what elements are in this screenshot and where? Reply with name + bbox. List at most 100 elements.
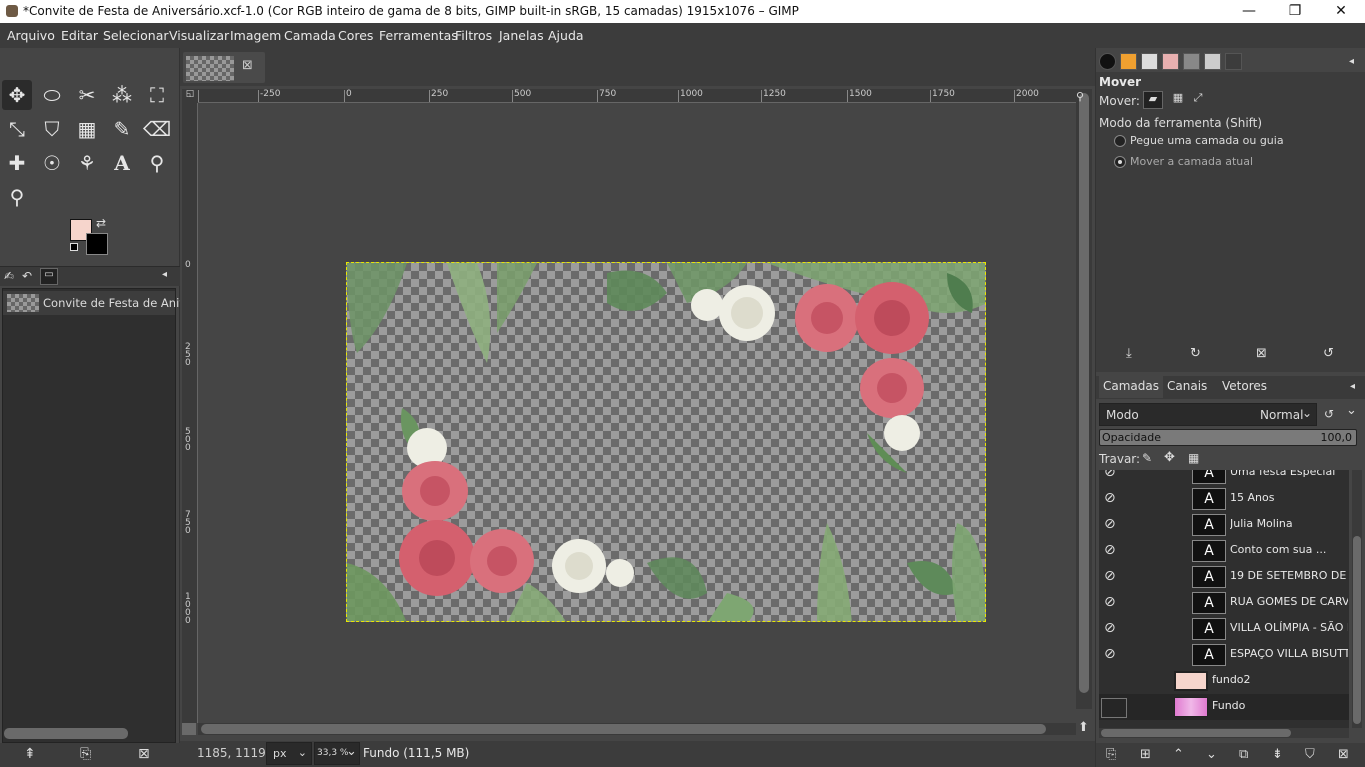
reset-colors-icon[interactable] (70, 243, 78, 251)
lock-position-icon[interactable]: ✥ (1164, 450, 1175, 465)
layers-hscrollbar[interactable] (1099, 728, 1349, 738)
delete-layer-icon[interactable]: ⊠ (1338, 747, 1349, 762)
layer-row[interactable]: ⊘ A Julia Molina (1099, 512, 1349, 538)
ellipse-select-tool-icon[interactable]: ⬭ (37, 80, 67, 110)
scissors-select-tool-icon[interactable]: ✂ (72, 80, 102, 110)
image-tab[interactable]: ⊠ (183, 52, 265, 83)
navigate-icon[interactable]: ⬆ (1078, 720, 1089, 735)
new-layer-icon[interactable]: ⎘ (1106, 747, 1116, 762)
move-layer-icon[interactable]: ▰ (1143, 91, 1163, 109)
menu-camada[interactable]: Camada (284, 28, 336, 43)
horizontal-ruler[interactable]: -250 0 250 500 750 1000 1250 1500 1750 2… (198, 89, 1076, 103)
delete-image-icon[interactable]: ⊠ (138, 746, 150, 762)
tab-canais[interactable]: Canais (1163, 376, 1211, 398)
heal-tool-icon[interactable]: ✚ (2, 148, 32, 178)
move-active-layer-radio[interactable] (1114, 156, 1126, 168)
layer-name[interactable]: Julia Molina (1230, 517, 1348, 530)
lower-layer-icon[interactable]: ⌄ (1206, 747, 1217, 762)
layer-name[interactable]: Fundo (1212, 699, 1330, 712)
menu-editar[interactable]: Editar (61, 28, 98, 43)
zoom-navigate-icon[interactable]: ⚲ (1076, 90, 1084, 103)
raise-view-icon[interactable]: ⇞ (24, 746, 36, 762)
background-color-swatch[interactable] (86, 233, 108, 255)
image-list-item[interactable]: Convite de Festa de Aniver (3, 291, 198, 315)
warp-transform-tool-icon[interactable]: ⤡ (2, 114, 32, 144)
eraser-tool-icon[interactable]: ⌫ (142, 114, 172, 144)
move-tool-icon[interactable]: ✥ (2, 80, 32, 110)
layer-row-selected[interactable]: Fundo (1099, 694, 1349, 720)
close-tab-icon[interactable]: ⊠ (242, 58, 253, 73)
layer-name[interactable]: Conto com sua ... (1230, 543, 1348, 556)
menu-selecionar[interactable]: Selecionar (103, 28, 169, 43)
layer-row[interactable]: ⊘ A 19 DE SETEMBRO DE 2024 (1099, 564, 1349, 590)
dock-menu-icon[interactable]: ◂ (1349, 56, 1359, 67)
patterns-tab-icon[interactable] (1120, 53, 1137, 70)
pick-layer-radio[interactable] (1114, 135, 1126, 147)
images-tab-icon[interactable]: ▭ (40, 268, 58, 285)
new-group-icon[interactable]: ⊞ (1140, 747, 1151, 762)
fonts-tab-icon[interactable] (1141, 53, 1158, 70)
minimize-button[interactable]: — (1226, 0, 1272, 23)
dock-menu-icon[interactable]: ◂ (162, 269, 167, 280)
menu-ajuda[interactable]: Ajuda (548, 28, 584, 43)
layer-row[interactable]: fundo2 (1099, 668, 1349, 694)
layer-row[interactable]: ⊘ A Conto com sua ... (1099, 538, 1349, 564)
delete-options-icon[interactable]: ⊠ (1256, 346, 1267, 361)
lock-alpha-icon[interactable]: ▦ (1188, 451, 1199, 465)
pencil-tool-icon[interactable]: ✎ (107, 114, 137, 144)
tool-options-tab-icon[interactable] (1225, 53, 1242, 70)
duplicate-layer-icon[interactable]: ⧉ (1239, 747, 1248, 762)
canvas-horizontal-scrollbar[interactable] (198, 723, 1076, 735)
merge-layer-icon[interactable]: ⛉ (1305, 747, 1315, 762)
mode-reset-icon[interactable]: ↺ (1324, 407, 1334, 421)
zoom-tool-icon[interactable]: ⚲ (2, 182, 32, 212)
menu-janelas[interactable]: Janelas (499, 28, 544, 43)
menu-visualizar[interactable]: Visualizar (169, 28, 229, 43)
menu-imagem[interactable]: Imagem (230, 28, 281, 43)
text-tool-icon[interactable]: A (107, 148, 137, 178)
raise-layer-icon[interactable]: ⌃ (1173, 747, 1184, 762)
crop-tool-icon[interactable]: ⛶ (142, 80, 172, 110)
visibility-eye-icon[interactable]: ⊘ (1104, 594, 1116, 610)
menu-ferramentas[interactable]: Ferramentas (379, 28, 458, 43)
layer-name[interactable]: VILLA OLÍMPIA - SÃO PAULO (1230, 621, 1348, 634)
tool-options-tab-icon[interactable]: ✍ (4, 269, 14, 283)
restore-options-icon[interactable]: ↻ (1190, 346, 1201, 361)
menu-arquivo[interactable]: Arquivo (7, 28, 55, 43)
layers-dock-menu-icon[interactable]: ◂ (1350, 381, 1355, 392)
opacity-slider[interactable]: Opacidade 100,0 (1099, 429, 1357, 446)
gradients-tab-icon[interactable] (1162, 53, 1179, 70)
tab-vetores[interactable]: Vetores (1218, 376, 1271, 398)
layer-row[interactable]: ⊘ A Uma festa Especial (1099, 470, 1349, 486)
swap-colors-icon[interactable]: ⇄ (96, 216, 106, 230)
layer-row[interactable]: ⊘ A VILLA OLÍMPIA - SÃO PAULO (1099, 616, 1349, 642)
lock-pixels-icon[interactable]: ✎ (1142, 451, 1152, 465)
vertical-ruler[interactable]: 0 250 500 750 1000 (182, 103, 198, 723)
anchor-layer-icon[interactable]: ⇟ (1272, 747, 1283, 762)
fuzzy-select-tool-icon[interactable]: ⁂ (107, 80, 137, 110)
maximize-button[interactable]: ❐ (1272, 0, 1318, 23)
color-picker-tool-icon[interactable]: ⚲ (142, 148, 172, 178)
clone-tool-icon[interactable]: ⚘ (72, 148, 102, 178)
chevron-down-icon[interactable]: ⌄ (1346, 403, 1357, 418)
palettes-tab-icon[interactable] (1183, 53, 1200, 70)
save-options-icon[interactable]: ⤓ (1126, 346, 1132, 361)
layers-scrollbar[interactable] (1352, 470, 1362, 728)
gradient-tool-icon[interactable]: ▦ (72, 114, 102, 144)
new-display-icon[interactable]: ⎘ (80, 746, 91, 762)
images-panel-scrollbar[interactable] (4, 728, 128, 739)
visibility-eye-icon[interactable]: ⊘ (1104, 568, 1116, 584)
visibility-eye-icon[interactable]: ⊘ (1104, 542, 1116, 558)
layer-name[interactable]: fundo2 (1212, 673, 1330, 686)
layer-row[interactable]: ⊘ A 15 Anos (1099, 486, 1349, 512)
move-active-layer-label[interactable]: Mover a camada atual (1130, 155, 1253, 168)
undo-history-tab-icon[interactable]: ↶ (22, 269, 32, 283)
layer-name[interactable]: Uma festa Especial (1230, 470, 1348, 478)
tab-camadas[interactable]: Camadas (1099, 376, 1163, 398)
move-path-icon[interactable]: ⤢ (1188, 91, 1208, 109)
visibility-toggle-empty[interactable] (1101, 698, 1127, 718)
brushes-tab-icon[interactable] (1099, 53, 1116, 70)
menu-filtros[interactable]: Filtros (455, 28, 492, 43)
layer-mode-select[interactable]: Modo Normal ⌄ (1099, 403, 1317, 426)
image-canvas[interactable] (346, 262, 986, 622)
